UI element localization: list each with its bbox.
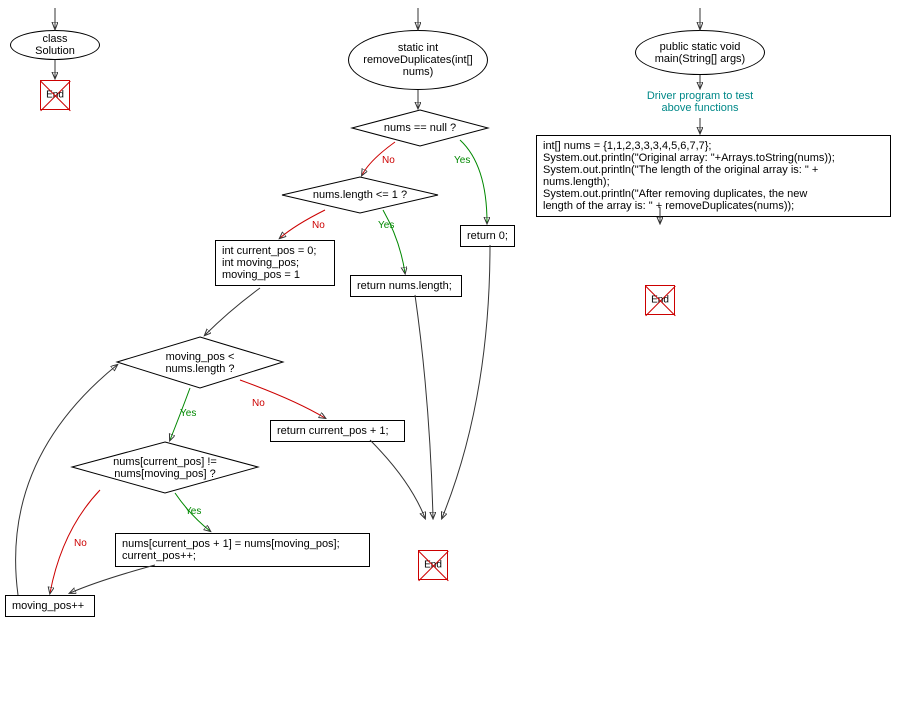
diamond1: nums == null ? <box>350 108 490 148</box>
diamond2: nums.length <= 1 ? <box>280 175 440 215</box>
diamond4-text: nums[current_pos] != nums[moving_pos] ? <box>95 456 235 480</box>
box-main-body: int[] nums = {1,1,2,3,3,3,4,5,6,7,7}; Sy… <box>536 135 891 217</box>
box-increment-text: moving_pos++ <box>12 600 84 612</box>
diamond4: nums[current_pos] != nums[moving_pos] ? <box>70 440 260 495</box>
box-init: int current_pos = 0; int moving_pos; mov… <box>215 240 335 286</box>
box-return-length-text: return nums.length; <box>357 280 452 292</box>
no2: No <box>312 220 325 231</box>
yes2: Yes <box>378 220 394 231</box>
box-return-curpos-text: return current_pos + 1; <box>277 425 389 437</box>
end-right-label: End <box>651 295 669 306</box>
comment-driver-text: Driver program to test above functions <box>647 90 753 114</box>
func-removeduplicates-text: static int removeDuplicates(int[] nums) <box>361 42 475 78</box>
yes4: Yes <box>185 506 201 517</box>
box-assign-text: nums[current_pos + 1] = nums[moving_pos]… <box>122 538 340 562</box>
end-left-label: End <box>46 90 64 101</box>
box-return-curpos: return current_pos + 1; <box>270 420 405 442</box>
box-main-body-text: int[] nums = {1,1,2,3,3,3,4,5,6,7,7}; Sy… <box>543 140 835 212</box>
box-increment: moving_pos++ <box>5 595 95 617</box>
diamond2-text: nums.length <= 1 ? <box>310 189 410 201</box>
func-main: public static void main(String[] args) <box>635 30 765 75</box>
diamond3: moving_pos < nums.length ? <box>115 335 285 390</box>
box-return-length: return nums.length; <box>350 275 462 297</box>
diamond1-text: nums == null ? <box>370 122 470 134</box>
box-return-zero: return 0; <box>460 225 515 247</box>
end-middle-label: End <box>424 560 442 571</box>
class-title-text: class Solution <box>23 33 87 57</box>
box-assign: nums[current_pos + 1] = nums[moving_pos]… <box>115 533 370 567</box>
yes3: Yes <box>180 408 196 419</box>
no1: No <box>382 155 395 166</box>
box-init-text: int current_pos = 0; int moving_pos; mov… <box>222 245 316 281</box>
no4: No <box>74 538 87 549</box>
class-title: class Solution <box>10 30 100 60</box>
func-main-text: public static void main(String[] args) <box>648 41 752 65</box>
end-right: End <box>645 285 675 315</box>
func-removeduplicates: static int removeDuplicates(int[] nums) <box>348 30 488 90</box>
end-middle: End <box>418 550 448 580</box>
comment-driver: Driver program to test above functions <box>640 90 760 114</box>
no3: No <box>252 398 265 409</box>
end-left: End <box>40 80 70 110</box>
diamond3-text: moving_pos < nums.length ? <box>145 351 255 375</box>
box-return-zero-text: return 0; <box>467 230 508 242</box>
yes1: Yes <box>454 155 470 166</box>
